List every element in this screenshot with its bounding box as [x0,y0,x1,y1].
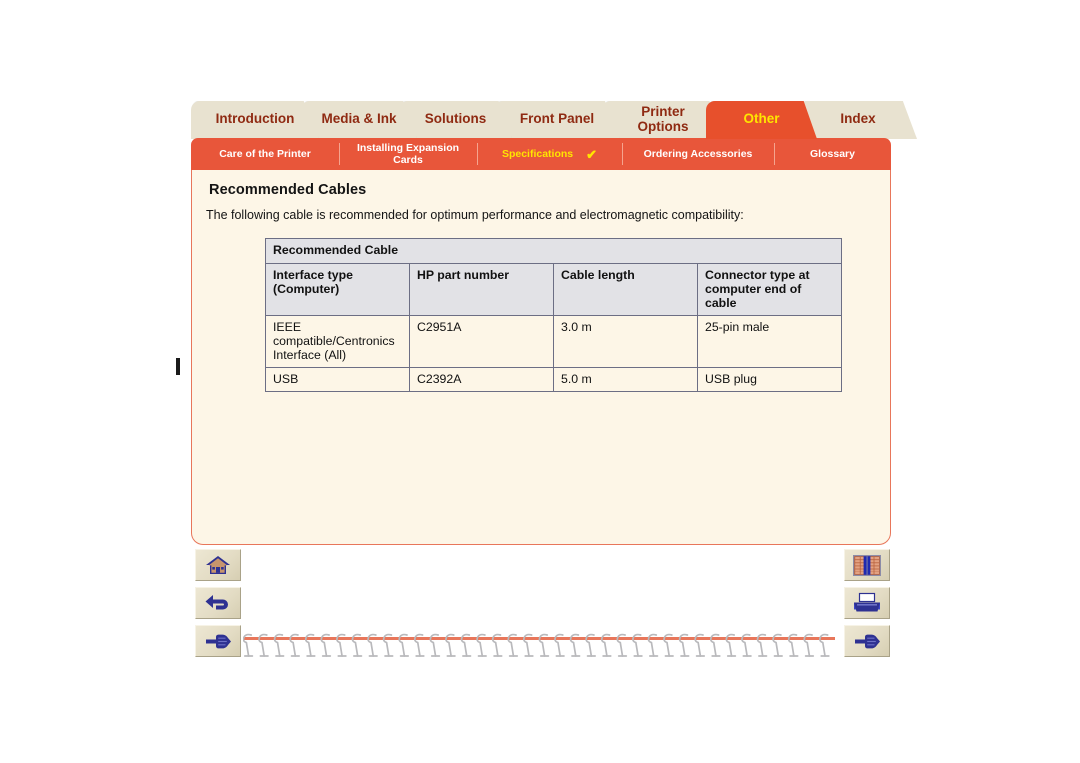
table-caption: Recommended Cable [265,238,842,264]
print-button[interactable] [844,587,890,619]
printer-icon [852,592,882,614]
cell-part-number: C2951A [409,315,554,368]
table-row: IEEE compatible/Centronics Interface (Al… [265,315,842,368]
main-tab-label: Media & Ink [321,110,397,126]
cell-cable-length: 3.0 m [553,315,698,368]
column-header-cable-length: Cable length [553,263,698,316]
cell-interface: IEEE compatible/Centronics Interface (Al… [265,315,410,368]
cell-interface: USB [265,367,410,392]
table-body: IEEE compatible/Centronics Interface (Al… [265,315,842,392]
back-arrow-icon [204,592,232,614]
sub-tab-label: Ordering Accessories [643,147,753,160]
contents-button[interactable] [844,549,890,581]
table-header-row: Interface type (Computer) HP part number… [265,263,842,316]
main-tab-other[interactable]: Other [706,101,817,139]
sub-tab-label: Care of the Printer [219,147,311,160]
cell-connector: USB plug [697,367,842,392]
table-row: USB C2392A 5.0 m USB plug [265,367,842,392]
sub-tab-ordering-accessories[interactable]: Ordering Accessories [622,138,774,170]
left-nav-buttons [195,549,241,663]
cell-connector: 25-pin male [697,315,842,368]
sub-tab-specifications[interactable]: Specifications ✔ [477,138,622,170]
main-tab-label: Other [743,110,780,126]
main-tab-introduction[interactable]: Introduction [191,101,319,139]
forward-button[interactable] [844,625,890,657]
page-title: Recommended Cables [209,182,367,198]
main-tab-solutions[interactable]: Solutions [399,101,512,139]
main-tab-index[interactable]: Index [799,101,917,139]
sub-tab-label: Installing Expansion Cards [356,141,460,166]
sub-tab-care-of-the-printer[interactable]: Care of the Printer [191,138,339,170]
main-tab-label: Printer [641,103,685,119]
column-header-interface: Interface type (Computer) [265,263,410,316]
back-button[interactable] [195,587,241,619]
main-tab-media-ink[interactable]: Media & Ink [301,101,417,139]
main-tab-bar: Introduction Media & Ink Solutions Front Pa… [191,101,917,139]
main-tab-label: Options [637,119,689,134]
help-viewer: Introduction Media & Ink Solutions Front Pa… [0,0,1080,763]
home-icon [205,554,231,576]
right-nav-buttons [844,549,890,663]
main-tab-front-panel[interactable]: Front Panel [494,101,620,139]
content-panel: Recommended Cables The following cable i… [191,168,891,545]
change-bar-mark [176,358,180,375]
intro-paragraph: The following cable is recommended for o… [206,208,744,222]
main-tab-label: Solutions [424,110,487,126]
main-tab-label: Front Panel [519,110,595,126]
sub-tab-label: Glossary [810,147,855,160]
main-tab-printer-options[interactable]: Printer Options [602,101,724,139]
spiral-binding [243,631,835,663]
recommended-cable-table: Recommended Cable Interface type (Comput… [265,238,842,392]
sub-tab-installing-expansion-cards[interactable]: Installing Expansion Cards [339,138,477,170]
column-header-connector: Connector type at computer end of cable [697,263,842,316]
table-caption-row: Recommended Cable [265,238,842,264]
sub-tab-glossary[interactable]: Glossary [774,138,891,170]
next-button[interactable] [195,625,241,657]
main-tab-label: Index [840,110,876,126]
checkmark-icon: ✔ [586,146,598,162]
main-tab-label: Introduction [215,110,295,126]
pointing-hand-right-icon-2 [852,632,882,651]
column-header-part-number: HP part number [409,263,554,316]
spiral-binding-svg [243,633,835,657]
pointing-hand-right-icon [203,632,233,651]
sub-tab-bar: Care of the Printer Installing Expansion C… [191,138,891,170]
home-button[interactable] [195,549,241,581]
cell-cable-length: 5.0 m [553,367,698,392]
cell-part-number: C2392A [409,367,554,392]
bookshelf-icon [852,554,882,577]
sub-tab-label: Specifications [501,147,574,160]
